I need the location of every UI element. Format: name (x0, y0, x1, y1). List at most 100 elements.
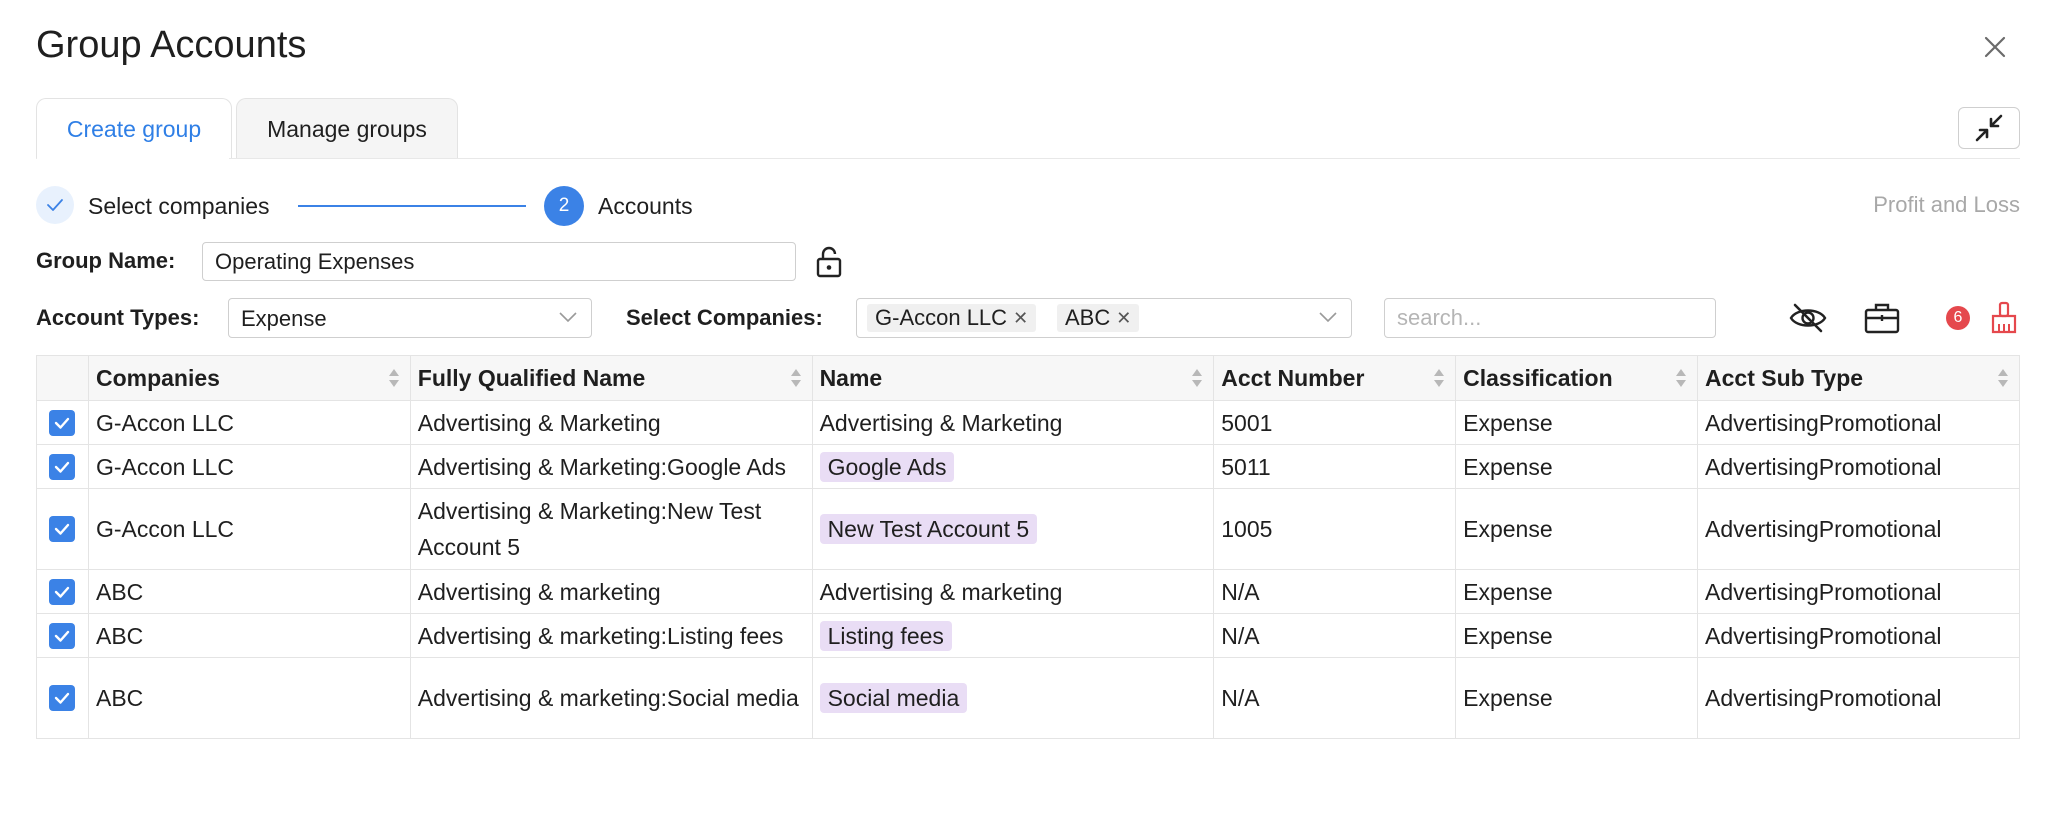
cell-name: New Test Account 5 (811, 488, 1215, 570)
cell-acct-sub-type: AdvertisingPromotional (1697, 444, 2020, 489)
check-icon (55, 417, 70, 429)
table-row[interactable]: ABC Advertising & marketing Advertising … (36, 569, 2020, 614)
broom-icon (1991, 301, 2017, 334)
sort-icon[interactable] (1997, 367, 2009, 389)
row-checkbox[interactable] (49, 453, 76, 480)
account-name-tag: Google Ads (819, 451, 955, 482)
group-button[interactable] (1862, 300, 1902, 336)
table-row[interactable]: G-Accon LLC Advertising & Marketing Adve… (36, 400, 2020, 445)
cell-acct-number: N/A (1213, 569, 1457, 614)
account-types-select[interactable]: Expense (228, 298, 592, 338)
cell-classification: Expense (1455, 613, 1699, 658)
sort-icon[interactable] (1433, 367, 1445, 389)
search-input[interactable] (1384, 298, 1716, 338)
row-checkbox[interactable] (49, 685, 76, 711)
check-icon (55, 692, 70, 704)
company-chip: ABC ✕ (1057, 304, 1140, 332)
account-types-value: Expense (241, 306, 327, 331)
cell-fully-qualified-name: Advertising & Marketing:New Test Account… (409, 488, 813, 570)
table-row[interactable]: ABC Advertising & marketing:Social media… (36, 657, 2020, 739)
step-1-indicator[interactable] (36, 186, 74, 224)
row-checkbox[interactable] (49, 516, 76, 542)
row-checkbox[interactable] (49, 622, 76, 649)
account-name: Advertising & Marketing (819, 409, 1063, 436)
sort-icon[interactable] (1675, 367, 1687, 389)
check-icon (55, 586, 70, 598)
accounts-table: Companies Fully Qualified Name Name Acct… (36, 355, 2020, 739)
cell-company: ABC (87, 613, 411, 658)
row-checkbox[interactable] (49, 409, 76, 436)
account-types-label: Account Types: (36, 305, 200, 330)
check-icon (55, 461, 70, 473)
company-chip-label: G-Accon LLC (875, 305, 1008, 330)
cell-fully-qualified-name: Advertising & marketing:Social media (409, 657, 813, 739)
cell-acct-number: 5011 (1213, 444, 1457, 489)
close-icon[interactable] (1980, 32, 2010, 62)
step-2-indicator: 2 (544, 186, 584, 226)
column-header-acct-sub-type[interactable]: Acct Sub Type (1697, 355, 2020, 401)
briefcase-icon (1864, 303, 1900, 334)
remove-chip-icon[interactable]: ✕ (1013, 308, 1028, 329)
tab-manage-groups[interactable]: Manage groups (236, 98, 458, 159)
collapse-button[interactable] (1958, 107, 2020, 149)
cell-company: ABC (87, 569, 411, 614)
eye-off-icon (1789, 303, 1827, 333)
cell-name: Google Ads (811, 444, 1215, 489)
column-header-acct-number[interactable]: Acct Number (1213, 355, 1457, 401)
cell-fully-qualified-name: Advertising & marketing:Listing fees (409, 613, 813, 658)
group-name-input[interactable]: Operating Expenses (202, 242, 796, 281)
row-checkbox[interactable] (49, 578, 76, 605)
column-header-fully-qualified-name[interactable]: Fully Qualified Name (409, 355, 813, 401)
cell-acct-number: N/A (1213, 657, 1457, 739)
dialog-title: Group Accounts (36, 24, 307, 66)
cell-company: G-Accon LLC (87, 444, 411, 489)
cell-acct-number: N/A (1213, 613, 1457, 658)
sort-icon[interactable] (1191, 367, 1203, 389)
check-icon (55, 630, 70, 642)
cell-acct-number: 5001 (1213, 400, 1457, 445)
step-2-label: Accounts (598, 193, 693, 219)
collapse-icon (1975, 114, 2003, 142)
cell-classification: Expense (1455, 488, 1699, 570)
column-header-companies[interactable]: Companies (87, 355, 411, 401)
cell-acct-number: 1005 (1213, 488, 1457, 570)
check-icon (55, 523, 70, 535)
cell-name: Advertising & marketing (811, 569, 1215, 614)
hide-unselected-button[interactable] (1788, 300, 1828, 336)
cell-acct-sub-type: AdvertisingPromotional (1697, 613, 2020, 658)
select-companies-select[interactable]: G-Accon LLC ✕ ABC ✕ (856, 298, 1352, 338)
selected-count-badge: 6 (1946, 306, 1970, 330)
sort-icon[interactable] (790, 367, 802, 389)
company-chip-label: ABC (1065, 305, 1111, 330)
cell-classification: Expense (1455, 657, 1699, 739)
lock-open-icon[interactable] (814, 245, 844, 279)
tab-divider (36, 158, 2020, 159)
step-1-label[interactable]: Select companies (88, 193, 270, 220)
clear-selection-button[interactable] (1984, 300, 2024, 336)
stepper: Select companies 2 Accounts (36, 186, 1436, 226)
group-name-label: Group Name: (36, 248, 176, 273)
cell-acct-sub-type: AdvertisingPromotional (1697, 569, 2020, 614)
cell-company: G-Accon LLC (87, 400, 411, 445)
table-row[interactable]: ABC Advertising & marketing:Listing fees… (36, 613, 2020, 658)
chevron-down-icon (1319, 312, 1337, 323)
chevron-down-icon (559, 312, 577, 323)
column-header-name[interactable]: Name (811, 355, 1215, 401)
table-row[interactable]: G-Accon LLC Advertising & Marketing:Goog… (36, 444, 2020, 489)
sort-icon[interactable] (388, 367, 400, 389)
column-header-classification[interactable]: Classification (1455, 355, 1699, 401)
tab-create-group[interactable]: Create group (36, 98, 232, 159)
select-column-header (36, 355, 89, 401)
check-icon (47, 199, 63, 211)
table-header-row: Companies Fully Qualified Name Name Acct… (36, 355, 2020, 401)
company-chip: G-Accon LLC ✕ (867, 304, 1037, 332)
cell-name: Advertising & Marketing (811, 400, 1215, 445)
cell-name: Social media (811, 657, 1215, 739)
table-row[interactable]: G-Accon LLC Advertising & Marketing:New … (36, 488, 2020, 570)
cell-acct-sub-type: AdvertisingPromotional (1697, 400, 2020, 445)
cell-acct-sub-type: AdvertisingPromotional (1697, 657, 2020, 739)
account-name-tag: New Test Account 5 (819, 514, 1038, 544)
remove-chip-icon[interactable]: ✕ (1116, 308, 1131, 329)
step-connector (298, 205, 526, 207)
account-name: Advertising & marketing (819, 578, 1063, 605)
